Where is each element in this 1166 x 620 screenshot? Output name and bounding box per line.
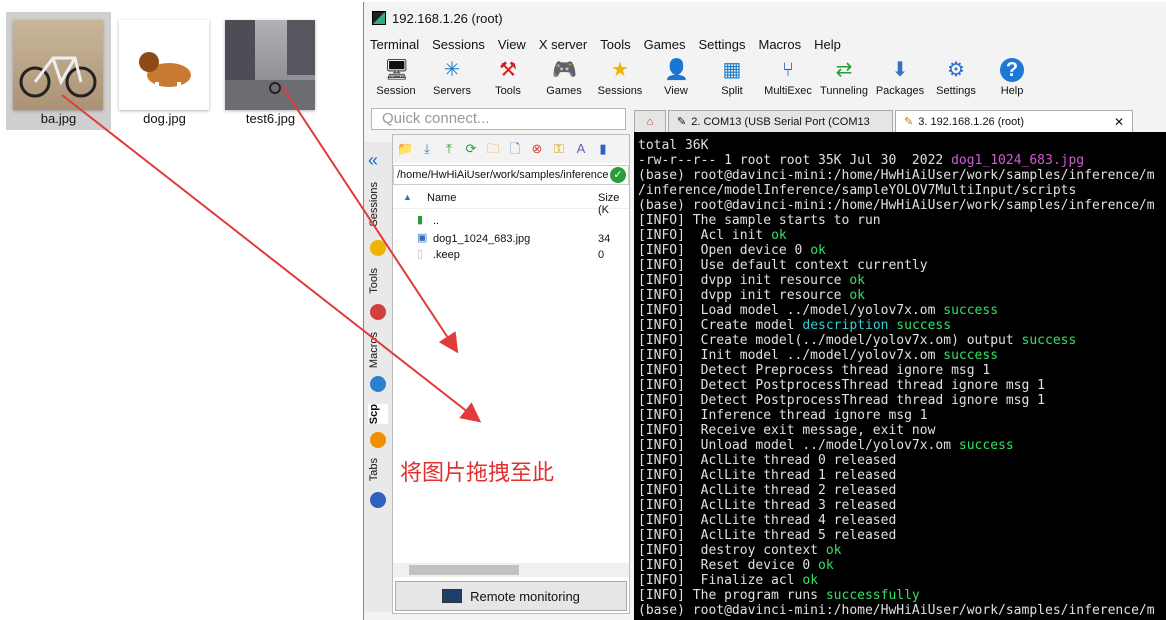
arrow-ba-to-panel — [61, 94, 482, 423]
arrow-test6-to-panel — [281, 85, 459, 354]
annotation-arrows — [61, 85, 482, 423]
